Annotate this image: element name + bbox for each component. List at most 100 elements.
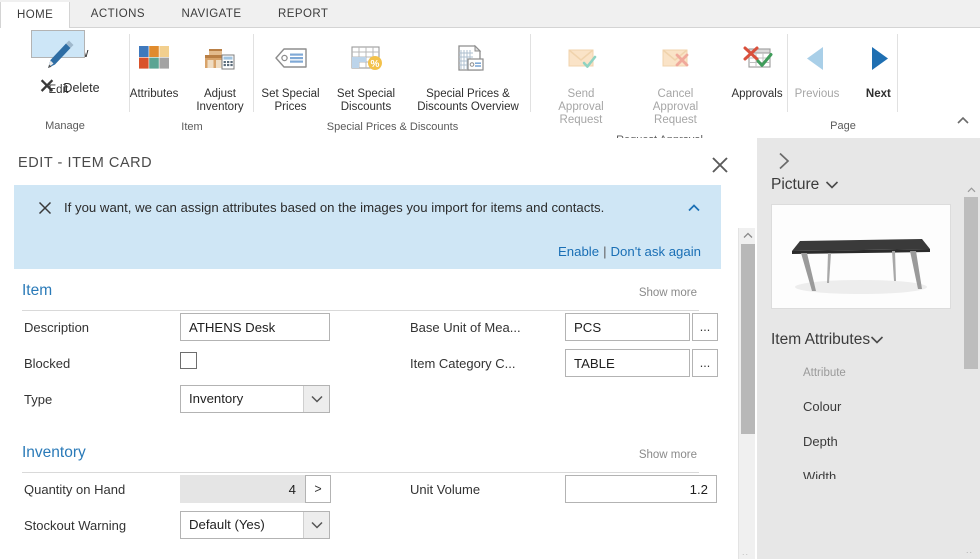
ribbon-tab-strip: HOME ACTIONS NAVIGATE REPORT: [0, 0, 980, 28]
group-divider: [897, 34, 898, 112]
section-item-title: Item: [22, 282, 52, 300]
item-category-code-input[interactable]: TABLE: [565, 349, 690, 377]
notification-enable-link[interactable]: Enable: [558, 244, 599, 259]
calendar-approval-icon: [735, 39, 779, 84]
ribbon-group-item-label: Item: [130, 117, 254, 137]
envelope-check-icon: [559, 39, 603, 84]
section-inventory-title: Inventory: [22, 444, 86, 462]
factbox-vertical-scrollbar[interactable]: ..: [964, 184, 978, 557]
arrow-right-icon: [861, 39, 895, 84]
factbox-expand-chevron-right-icon[interactable]: [773, 150, 795, 172]
factbox-item-attributes-header[interactable]: Item Attributes: [771, 331, 980, 349]
ribbon-group-page: Previous Next Page: [788, 28, 898, 136]
tab-actions[interactable]: ACTIONS: [75, 0, 161, 28]
notification-collapse-chevron-up-icon[interactable]: [685, 199, 703, 217]
set-special-prices-button[interactable]: Set Special Prices: [254, 34, 327, 117]
list-item[interactable]: Colour: [803, 399, 980, 414]
field-quantity-on-hand-label: Quantity on Hand: [24, 482, 125, 497]
notification-separator: |: [603, 244, 606, 259]
tab-home[interactable]: HOME: [0, 2, 70, 30]
ribbon-groups: Edit New: [0, 28, 980, 136]
tab-report[interactable]: REPORT: [262, 0, 344, 28]
field-item-category-code-label: Item Category C...: [410, 356, 515, 371]
item-card-form: Item Show more Description ATHENS Desk B…: [0, 277, 735, 545]
field-row: Quantity on Hand 4 > Unit Volume 1.2: [0, 473, 735, 509]
field-blocked-label: Blocked: [24, 356, 70, 371]
scrollbar-thumb[interactable]: [964, 197, 978, 369]
attributes-button[interactable]: Attributes: [128, 34, 180, 104]
description-input[interactable]: ATHENS Desk: [180, 313, 330, 341]
previous-button[interactable]: Previous: [788, 34, 847, 104]
edit-button-label: Edit: [49, 84, 69, 97]
ribbon-collapse-chevron-up-icon[interactable]: [954, 112, 972, 130]
chevron-down-icon[interactable]: [303, 512, 329, 538]
scroll-up-chevron-up-icon[interactable]: [739, 228, 756, 243]
section-item: Item Show more Description ATHENS Desk B…: [0, 277, 735, 419]
quantity-on-hand-drilldown-button[interactable]: >: [305, 475, 331, 503]
edit-item-card-dialog: EDIT - ITEM CARD If you want, we can ass…: [0, 138, 757, 559]
chevron-down-icon[interactable]: [303, 386, 329, 412]
blocked-checkbox[interactable]: [180, 352, 197, 369]
factbox-item-attributes-caption: Item Attributes: [771, 331, 870, 349]
adjust-inventory-button[interactable]: Adjust Inventory: [184, 34, 256, 117]
chevron-down-icon[interactable]: [825, 176, 839, 194]
field-row: Blocked Item Category C... TABLE ...: [0, 347, 735, 383]
special-prices-discounts-overview-label: Special Prices & Discounts Overview: [412, 88, 524, 114]
next-label: Next: [866, 88, 891, 101]
unit-volume-input[interactable]: 1.2: [565, 475, 717, 503]
cancel-approval-request-button[interactable]: Cancel Approval Request: [629, 34, 722, 130]
notification-actions: Enable | Don't ask again: [558, 244, 701, 259]
set-special-discounts-label: Set Special Discounts: [336, 88, 396, 114]
section-item-show-more[interactable]: Show more: [639, 287, 697, 299]
notification-dont-ask-again-link[interactable]: Don't ask again: [611, 244, 702, 259]
base-unit-of-measure-lookup-button[interactable]: ...: [692, 313, 718, 341]
field-row: Type Inventory: [0, 383, 735, 419]
svg-text:%: %: [371, 59, 380, 70]
attributes-button-label: Attributes: [130, 88, 179, 101]
special-prices-discounts-overview-button[interactable]: Special Prices & Discounts Overview: [405, 34, 531, 117]
envelope-x-icon: [653, 39, 697, 84]
ribbon-group-special-prices-label: Special Prices & Discounts: [254, 117, 531, 137]
item-category-code-lookup-button[interactable]: ...: [692, 349, 718, 377]
scrollbar-thumb[interactable]: [741, 244, 755, 434]
list-item[interactable]: Width: [803, 469, 980, 479]
field-row: Description ATHENS Desk Base Unit of Mea…: [0, 311, 735, 347]
section-item-header: Item Show more: [0, 277, 735, 311]
desk-table-photo: [772, 205, 950, 308]
section-inventory-header: Inventory Show more: [0, 439, 735, 473]
factbox-picture-caption: Picture: [771, 176, 819, 194]
field-type-label: Type: [24, 392, 52, 407]
notification-text: If you want, we can assign attributes ba…: [64, 197, 664, 218]
scroll-up-chevron-up-icon[interactable]: [964, 184, 978, 196]
dialog-vertical-scrollbar[interactable]: ..: [738, 228, 755, 559]
ribbon-group-request-approval: Send Approval Request Cancel Approval Re…: [531, 28, 788, 136]
edit-button[interactable]: Edit: [31, 30, 85, 58]
send-approval-request-button[interactable]: Send Approval Request: [537, 34, 625, 130]
page-title: EDIT - ITEM CARD: [18, 155, 152, 171]
close-x-icon[interactable]: [705, 150, 735, 180]
dialog-resize-grip[interactable]: ..: [742, 547, 749, 557]
section-inventory-show-more[interactable]: Show more: [639, 449, 697, 461]
approvals-button[interactable]: Approvals: [726, 34, 788, 104]
type-dropdown[interactable]: Inventory: [180, 385, 330, 413]
color-grid-icon: [135, 39, 173, 84]
tab-navigate[interactable]: NAVIGATE: [165, 0, 257, 28]
field-stockout-warning-label: Stockout Warning: [24, 518, 126, 533]
item-picture[interactable]: [771, 204, 951, 309]
stockout-warning-dropdown[interactable]: Default (Yes): [180, 511, 330, 539]
set-special-discounts-button[interactable]: % Set Special Discounts: [329, 34, 403, 117]
item-card-window: HOME ACTIONS NAVIGATE REPORT: [0, 0, 980, 559]
base-unit-of-measure-input[interactable]: PCS: [565, 313, 690, 341]
section-inventory: Inventory Show more Quantity on Hand 4 >…: [0, 439, 735, 545]
field-unit-volume-label: Unit Volume: [410, 482, 480, 497]
type-dropdown-value: Inventory: [189, 391, 243, 406]
ribbon-group-page-label: Page: [788, 116, 898, 136]
chevron-down-icon[interactable]: [870, 331, 884, 349]
ribbon: HOME ACTIONS NAVIGATE REPORT: [0, 0, 980, 137]
factbox-resize-grip[interactable]: ..: [966, 545, 973, 555]
ribbon-group-manage: Edit New: [0, 28, 130, 136]
send-approval-request-label: Send Approval Request: [544, 88, 618, 127]
notification-dismiss-close-x-icon[interactable]: [36, 199, 54, 217]
factbox-picture-header[interactable]: Picture: [771, 176, 980, 194]
list-item[interactable]: Depth: [803, 434, 980, 449]
